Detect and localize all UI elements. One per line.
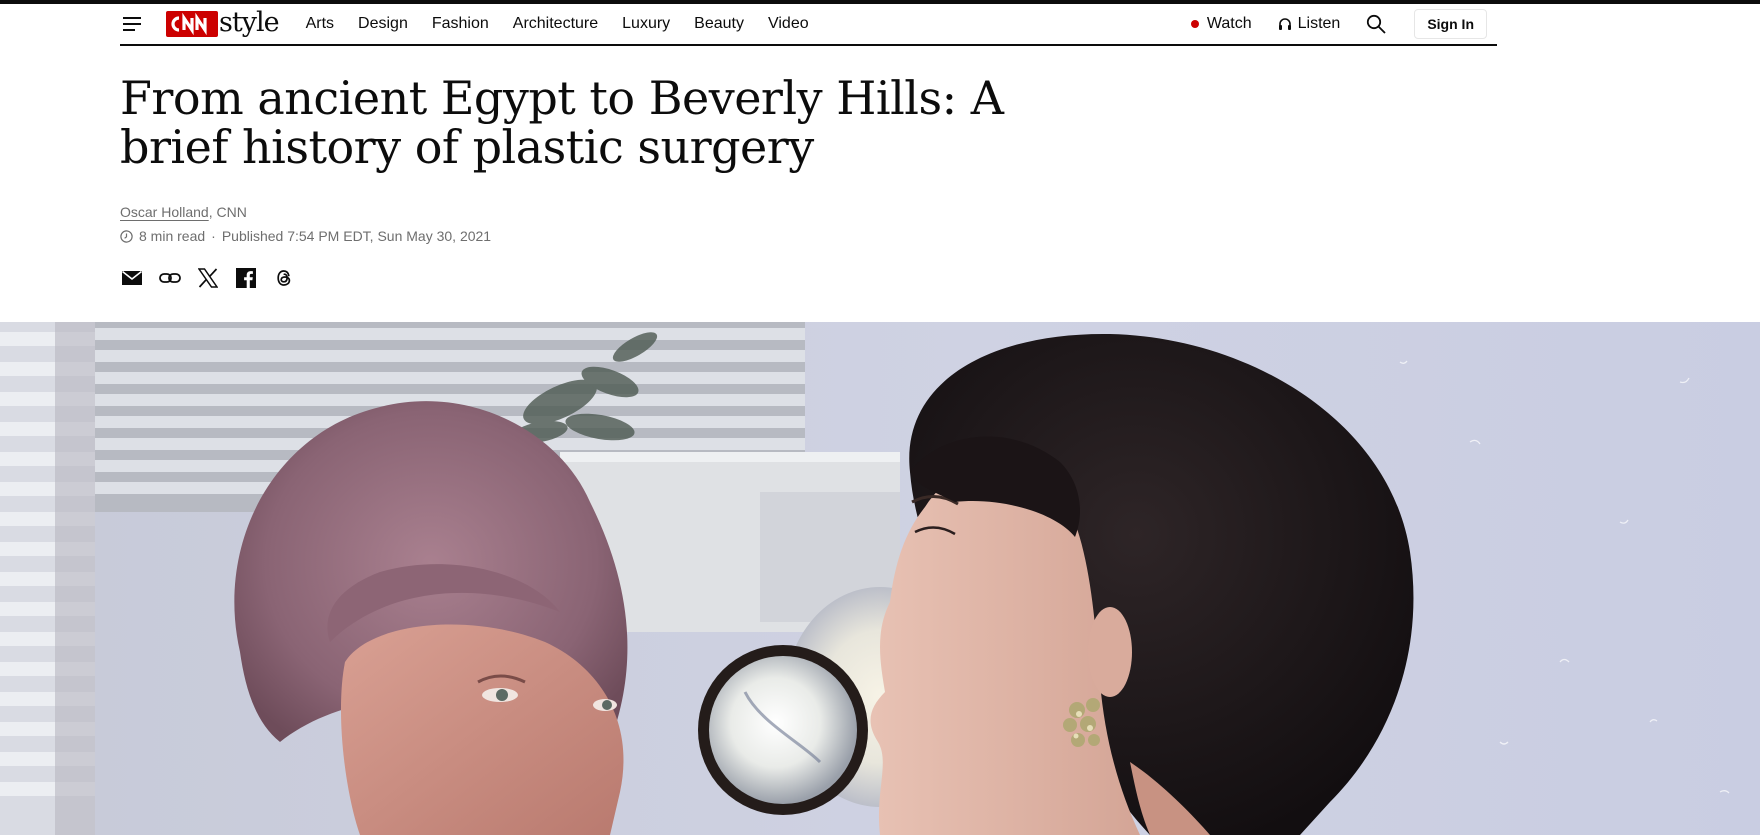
byline-source: , CNN	[208, 204, 247, 220]
link-icon[interactable]	[158, 266, 182, 290]
hamburger-menu-icon[interactable]	[120, 12, 144, 36]
facebook-icon[interactable]	[234, 266, 258, 290]
read-time: 8 min read	[139, 228, 206, 244]
live-dot-icon	[1190, 20, 1199, 28]
nav-design[interactable]: Design	[358, 15, 408, 33]
published-timestamp: Published 7:54 PM EDT, Sun May 30, 2021	[221, 228, 492, 244]
threads-icon[interactable]	[272, 266, 296, 290]
article-headline: From ancient Egypt to Beverly Hills: A b…	[120, 71, 1004, 174]
meta-separator: ·	[211, 228, 216, 244]
main-nav: Arts Design Fashion Architecture Luxury …	[306, 15, 833, 33]
cnn-style-logo[interactable]: style	[166, 6, 280, 40]
byline: Oscar Holland, CNN	[120, 204, 247, 220]
logo-section-name: style	[219, 6, 280, 38]
listen-button[interactable]: Listen	[1278, 15, 1341, 33]
search-icon[interactable]	[1366, 13, 1388, 35]
watch-label: Watch	[1206, 15, 1252, 32]
watch-button[interactable]: Watch	[1190, 15, 1252, 33]
article-meta: 8 min read · Published 7:54 PM EDT, Sun …	[120, 228, 491, 244]
cnn-logo	[166, 11, 218, 37]
listen-label: Listen	[1297, 15, 1341, 32]
author-link[interactable]: Oscar Holland	[120, 204, 209, 220]
header-actions: Watch Listen Sign In	[1190, 9, 1497, 39]
sign-in-button[interactable]: Sign In	[1414, 9, 1487, 39]
hero-photo-illustration	[0, 322, 1760, 835]
nav-luxury[interactable]: Luxury	[622, 15, 670, 33]
share-bar	[120, 266, 310, 290]
email-icon[interactable]	[120, 266, 144, 290]
nav-arts[interactable]: Arts	[306, 15, 334, 33]
site-header: style Arts Design Fashion Architecture L…	[120, 4, 1497, 46]
nav-video[interactable]: Video	[768, 15, 809, 33]
hero-photo	[0, 322, 1760, 835]
nav-beauty[interactable]: Beauty	[694, 15, 744, 33]
headphones-icon	[1278, 18, 1291, 30]
x-icon[interactable]	[196, 266, 220, 290]
clock-icon	[120, 229, 133, 243]
nav-fashion[interactable]: Fashion	[432, 15, 489, 33]
nav-architecture[interactable]: Architecture	[513, 15, 598, 33]
